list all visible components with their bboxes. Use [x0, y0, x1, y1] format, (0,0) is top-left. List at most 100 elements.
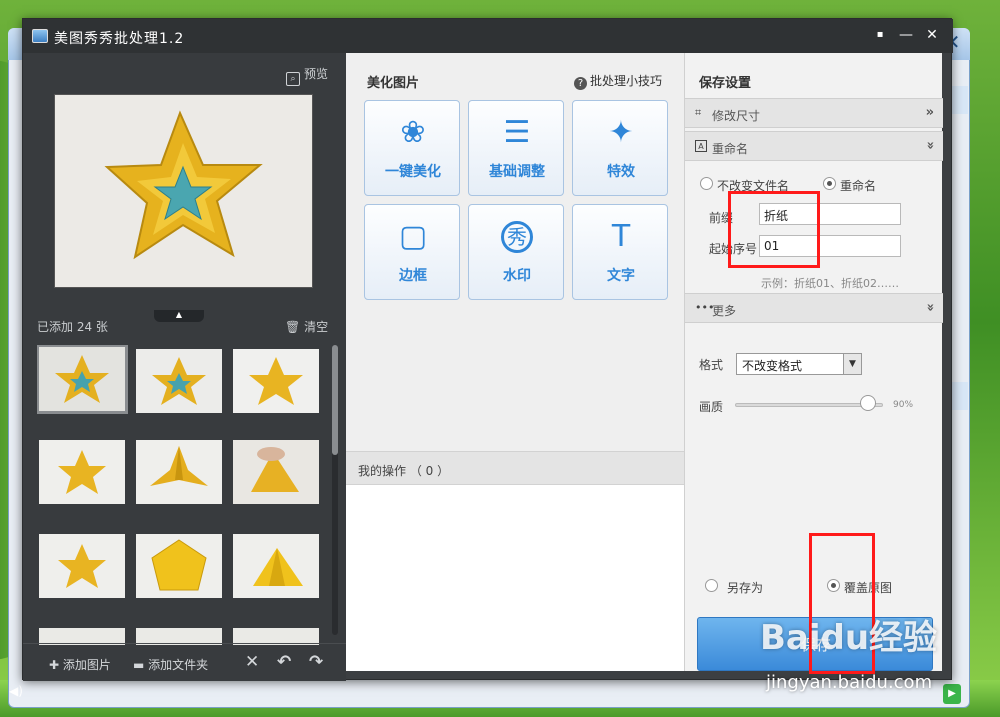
text-icon: T	[611, 219, 631, 254]
quality-label: 画质	[699, 400, 724, 414]
tips-label: 批处理小技巧	[590, 74, 663, 88]
thumbnail-item[interactable]	[39, 440, 125, 504]
thumbnail-item[interactable]	[136, 534, 222, 598]
keep-filename-label: 不改变文件名	[717, 179, 790, 193]
prefix-label: 前缀	[709, 211, 734, 225]
frame-icon: ▢	[398, 219, 428, 254]
thumbnail-scrollbar[interactable]	[332, 345, 338, 635]
thumbnail-grid	[37, 345, 337, 645]
my-operations-header: 我的操作 （ 0 ）	[346, 451, 684, 485]
image-preview	[54, 94, 313, 288]
tool-label: 基础调整	[489, 164, 545, 180]
preview-label: 预览	[304, 67, 329, 81]
resize-label: 修改尺寸	[712, 109, 761, 123]
chevron-down-icon: »	[922, 303, 938, 312]
basic-adjust-button[interactable]: ☰ 基础调整	[468, 100, 564, 196]
beautify-panel: 美化图片 ? 批处理小技巧 ❀ 一键美化 ☰ 基础调整 ✦ 特效 ▢ 边框 秀 水…	[346, 53, 684, 671]
tulip-icon: ❀	[400, 115, 426, 150]
thumbnail-item[interactable]	[37, 345, 128, 414]
thumbnail-item[interactable]	[136, 349, 222, 413]
preview-button[interactable]: ⌕ 预览	[286, 65, 328, 86]
resize-section-header[interactable]: ⌗ 修改尺寸 »	[685, 98, 943, 128]
origami-star-preview-image	[55, 95, 312, 287]
add-folder-button[interactable]: ▬ 添加文件夹	[133, 656, 208, 673]
my-operations-list	[346, 485, 684, 671]
thumbnail-item[interactable]	[39, 534, 125, 598]
overwrite-label: 覆盖原图	[844, 581, 893, 595]
sliders-icon: ☰	[503, 115, 531, 150]
start-number-input[interactable]: 01	[759, 235, 901, 257]
frame-button[interactable]: ▢ 边框	[364, 204, 460, 300]
tool-label: 水印	[503, 268, 531, 284]
save-as-radio[interactable]	[705, 579, 718, 592]
keep-filename-radio[interactable]	[700, 177, 713, 190]
quality-value: 90%	[893, 400, 914, 410]
tool-label: 一键美化	[385, 164, 441, 180]
thumbnail-item[interactable]	[233, 534, 319, 598]
add-folder-label: 添加文件夹	[148, 658, 209, 672]
save-settings-panel: 保存设置 ⌗ 修改尺寸 » A 重命名 » 不改变文件名 重命名 前缀 折纸 起…	[684, 53, 943, 671]
batch-processor-window: 美图秀秀批处理1.2 ▪ — ✕ ⌕ 预览 ▲ 已添加 24 张 🗑 清空 ✚ …	[22, 18, 953, 681]
thumbnail-item[interactable]	[136, 440, 222, 504]
preview-icon: ⌕	[286, 72, 300, 86]
tool-label: 特效	[607, 164, 635, 180]
chevron-right-icon: »	[925, 105, 934, 120]
image-list-panel: ⌕ 预览 ▲ 已添加 24 张 🗑 清空 ✚ 添加图片 ▬ 添加文件夹 ✕ ↶ …	[23, 53, 346, 681]
collapse-preview-toggle[interactable]: ▲	[154, 310, 204, 322]
crop-icon: ⌗	[695, 106, 702, 119]
add-image-label: 添加图片	[62, 658, 111, 672]
prefix-input[interactable]: 折纸	[759, 203, 901, 225]
tool-label: 文字	[607, 268, 635, 284]
background-play-icon[interactable]: ▶	[943, 684, 961, 704]
more-dots-icon: •••	[695, 301, 715, 314]
tips-link[interactable]: ? 批处理小技巧	[574, 72, 662, 90]
watermark-icon: 秀	[501, 221, 533, 253]
scrollbar-thumb[interactable]	[332, 345, 338, 455]
watermark-button[interactable]: 秀 水印	[468, 204, 564, 300]
clear-button[interactable]: 🗑 清空	[285, 318, 328, 335]
save-as-label: 另存为	[727, 581, 764, 595]
feedback-icon[interactable]: ▪	[870, 25, 890, 45]
overwrite-radio[interactable]	[827, 579, 840, 592]
delete-icon[interactable]: ✕	[245, 652, 259, 672]
baidu-jingyan-watermark: Baidu经验	[760, 618, 938, 658]
rename-example: 示例：折纸01、折纸02……	[761, 277, 899, 290]
rename-section-header[interactable]: A 重命名 »	[685, 131, 943, 161]
my-operations-label: 我的操作 （ 0 ）	[358, 464, 450, 478]
tool-label: 边框	[399, 268, 427, 284]
minimize-button[interactable]: —	[896, 25, 916, 45]
dropdown-arrow-icon: ▼	[843, 354, 861, 374]
magic-wand-icon: ✦	[608, 115, 634, 150]
start-number-label: 起始序号	[709, 242, 758, 256]
quality-slider-handle[interactable]	[860, 395, 877, 411]
help-icon: ?	[574, 77, 587, 90]
speaker-icon[interactable]: ◀)	[9, 684, 27, 702]
text-button[interactable]: T 文字	[572, 204, 668, 300]
chevron-down-icon: »	[922, 141, 938, 150]
more-section-header[interactable]: ••• 更多 »	[685, 293, 943, 323]
beautify-title: 美化图片	[367, 76, 420, 91]
rotate-left-icon[interactable]: ↶	[277, 652, 291, 672]
one-click-beautify-button[interactable]: ❀ 一键美化	[364, 100, 460, 196]
image-list-toolbar: ✚ 添加图片 ▬ 添加文件夹 ✕ ↶ ↷	[23, 643, 346, 681]
folder-icon: ▬	[133, 658, 149, 672]
rotate-right-icon[interactable]: ↷	[309, 652, 323, 672]
close-button[interactable]: ✕	[922, 25, 942, 45]
thumbnail-item[interactable]	[233, 440, 319, 504]
added-count: 已添加 24 张	[37, 320, 108, 334]
format-value: 不改变格式	[742, 359, 803, 373]
rename-icon: A	[695, 140, 707, 152]
effects-button[interactable]: ✦ 特效	[572, 100, 668, 196]
rename-radio-label: 重命名	[840, 179, 877, 193]
title-bar: 美图秀秀批处理1.2 ▪ — ✕	[23, 19, 953, 53]
clear-label: 清空	[304, 320, 329, 334]
rename-radio[interactable]	[823, 177, 836, 190]
app-title: 美图秀秀批处理1.2	[54, 31, 185, 47]
add-image-button[interactable]: ✚ 添加图片	[49, 656, 111, 673]
app-logo-icon	[32, 29, 48, 43]
rename-section-label: 重命名	[712, 142, 749, 156]
format-label: 格式	[699, 358, 724, 372]
format-select[interactable]: 不改变格式 ▼	[736, 353, 862, 375]
watermark-url: jingyan.baidu.com	[766, 672, 933, 693]
thumbnail-item[interactable]	[233, 349, 319, 413]
